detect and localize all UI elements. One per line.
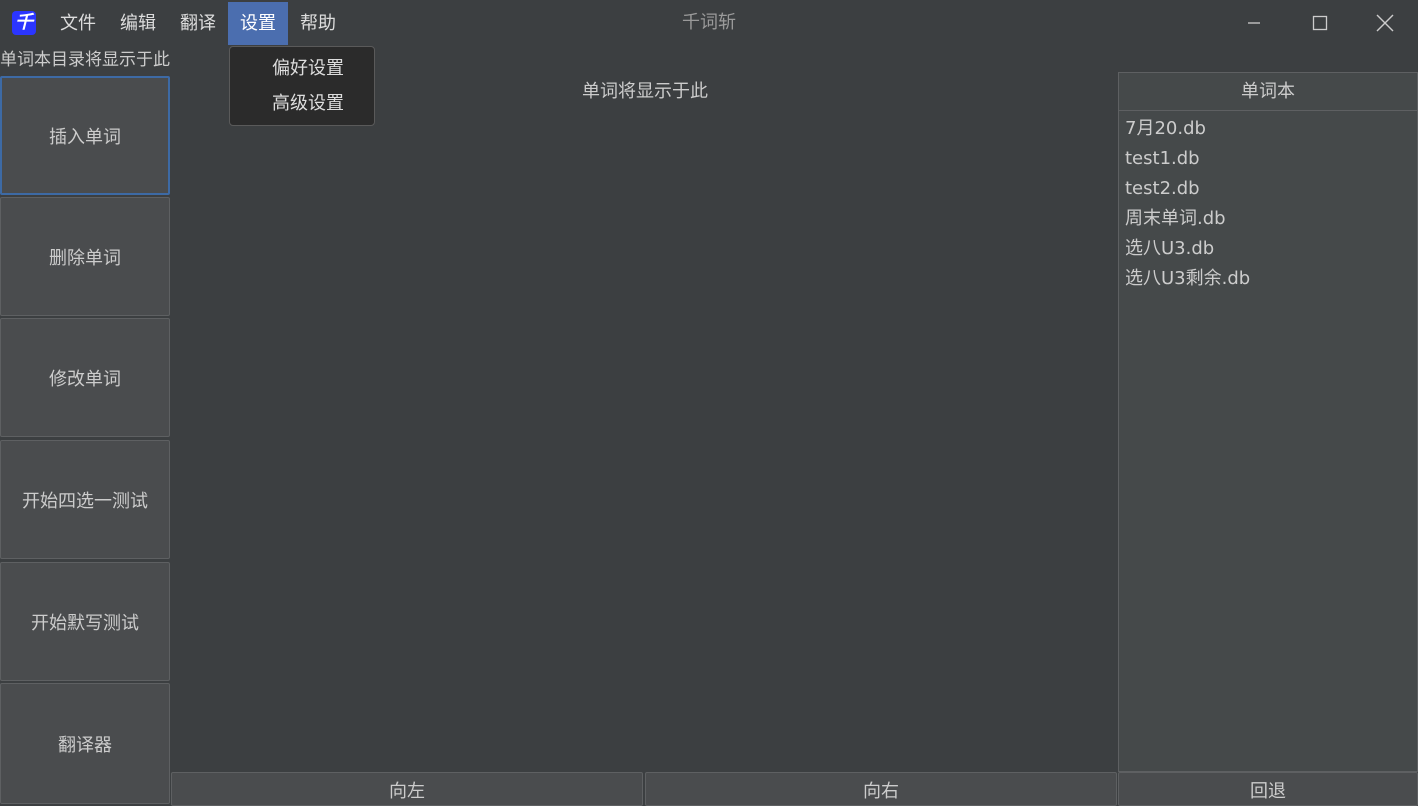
menu-item-advanced[interactable]: 高级设置 bbox=[230, 86, 374, 121]
wordbook-list: 7月20.db test1.db test2.db 周末单词.db 选八U3.d… bbox=[1119, 111, 1417, 294]
back-button[interactable]: 回退 bbox=[1118, 772, 1418, 806]
menu-edit[interactable]: 编辑 bbox=[108, 2, 168, 45]
translator-button[interactable]: 翻译器 bbox=[0, 683, 170, 804]
list-item[interactable]: test1.db bbox=[1119, 144, 1417, 174]
menu-translate[interactable]: 翻译 bbox=[168, 2, 228, 45]
menu-bar: 文件 编辑 翻译 设置 帮助 bbox=[48, 2, 348, 45]
close-icon bbox=[1376, 14, 1394, 32]
previous-button[interactable]: 向左 bbox=[171, 772, 643, 806]
edit-word-button[interactable]: 修改单词 bbox=[0, 318, 170, 437]
insert-word-button[interactable]: 插入单词 bbox=[0, 76, 170, 195]
wordbook-header[interactable]: 单词本 bbox=[1119, 73, 1417, 111]
close-button[interactable] bbox=[1352, 0, 1418, 46]
menu-item-preferences[interactable]: 偏好设置 bbox=[230, 51, 374, 86]
delete-word-button[interactable]: 删除单词 bbox=[0, 197, 170, 316]
list-item[interactable]: 7月20.db bbox=[1119, 114, 1417, 144]
list-item[interactable]: 选八U3剩余.db bbox=[1119, 264, 1417, 294]
start-dictation-test-button[interactable]: 开始默写测试 bbox=[0, 562, 170, 681]
minimize-icon bbox=[1248, 22, 1260, 24]
menu-help[interactable]: 帮助 bbox=[288, 2, 348, 45]
maximize-icon bbox=[1312, 15, 1328, 31]
list-item[interactable]: 选八U3.db bbox=[1119, 234, 1417, 264]
next-button[interactable]: 向右 bbox=[645, 772, 1117, 806]
start-choice-test-button[interactable]: 开始四选一测试 bbox=[0, 440, 170, 559]
list-item[interactable]: test2.db bbox=[1119, 174, 1417, 204]
menu-file[interactable]: 文件 bbox=[48, 2, 108, 45]
app-window: 千 文件 编辑 翻译 设置 帮助 千词斩 偏好设置 高级设置 单词本目录将显示于… bbox=[0, 0, 1418, 806]
app-logo-icon: 千 bbox=[12, 11, 36, 35]
list-item[interactable]: 周末单词.db bbox=[1119, 204, 1417, 234]
maximize-button[interactable] bbox=[1287, 0, 1353, 46]
menu-settings[interactable]: 设置 bbox=[228, 2, 288, 45]
settings-dropdown: 偏好设置 高级设置 bbox=[229, 46, 375, 126]
title-bar: 千 文件 编辑 翻译 设置 帮助 千词斩 bbox=[0, 0, 1418, 46]
directory-label: 单词本目录将显示于此 bbox=[0, 50, 170, 70]
minimize-button[interactable] bbox=[1221, 0, 1287, 46]
wordbook-panel: 单词本 7月20.db test1.db test2.db 周末单词.db 选八… bbox=[1118, 72, 1418, 772]
